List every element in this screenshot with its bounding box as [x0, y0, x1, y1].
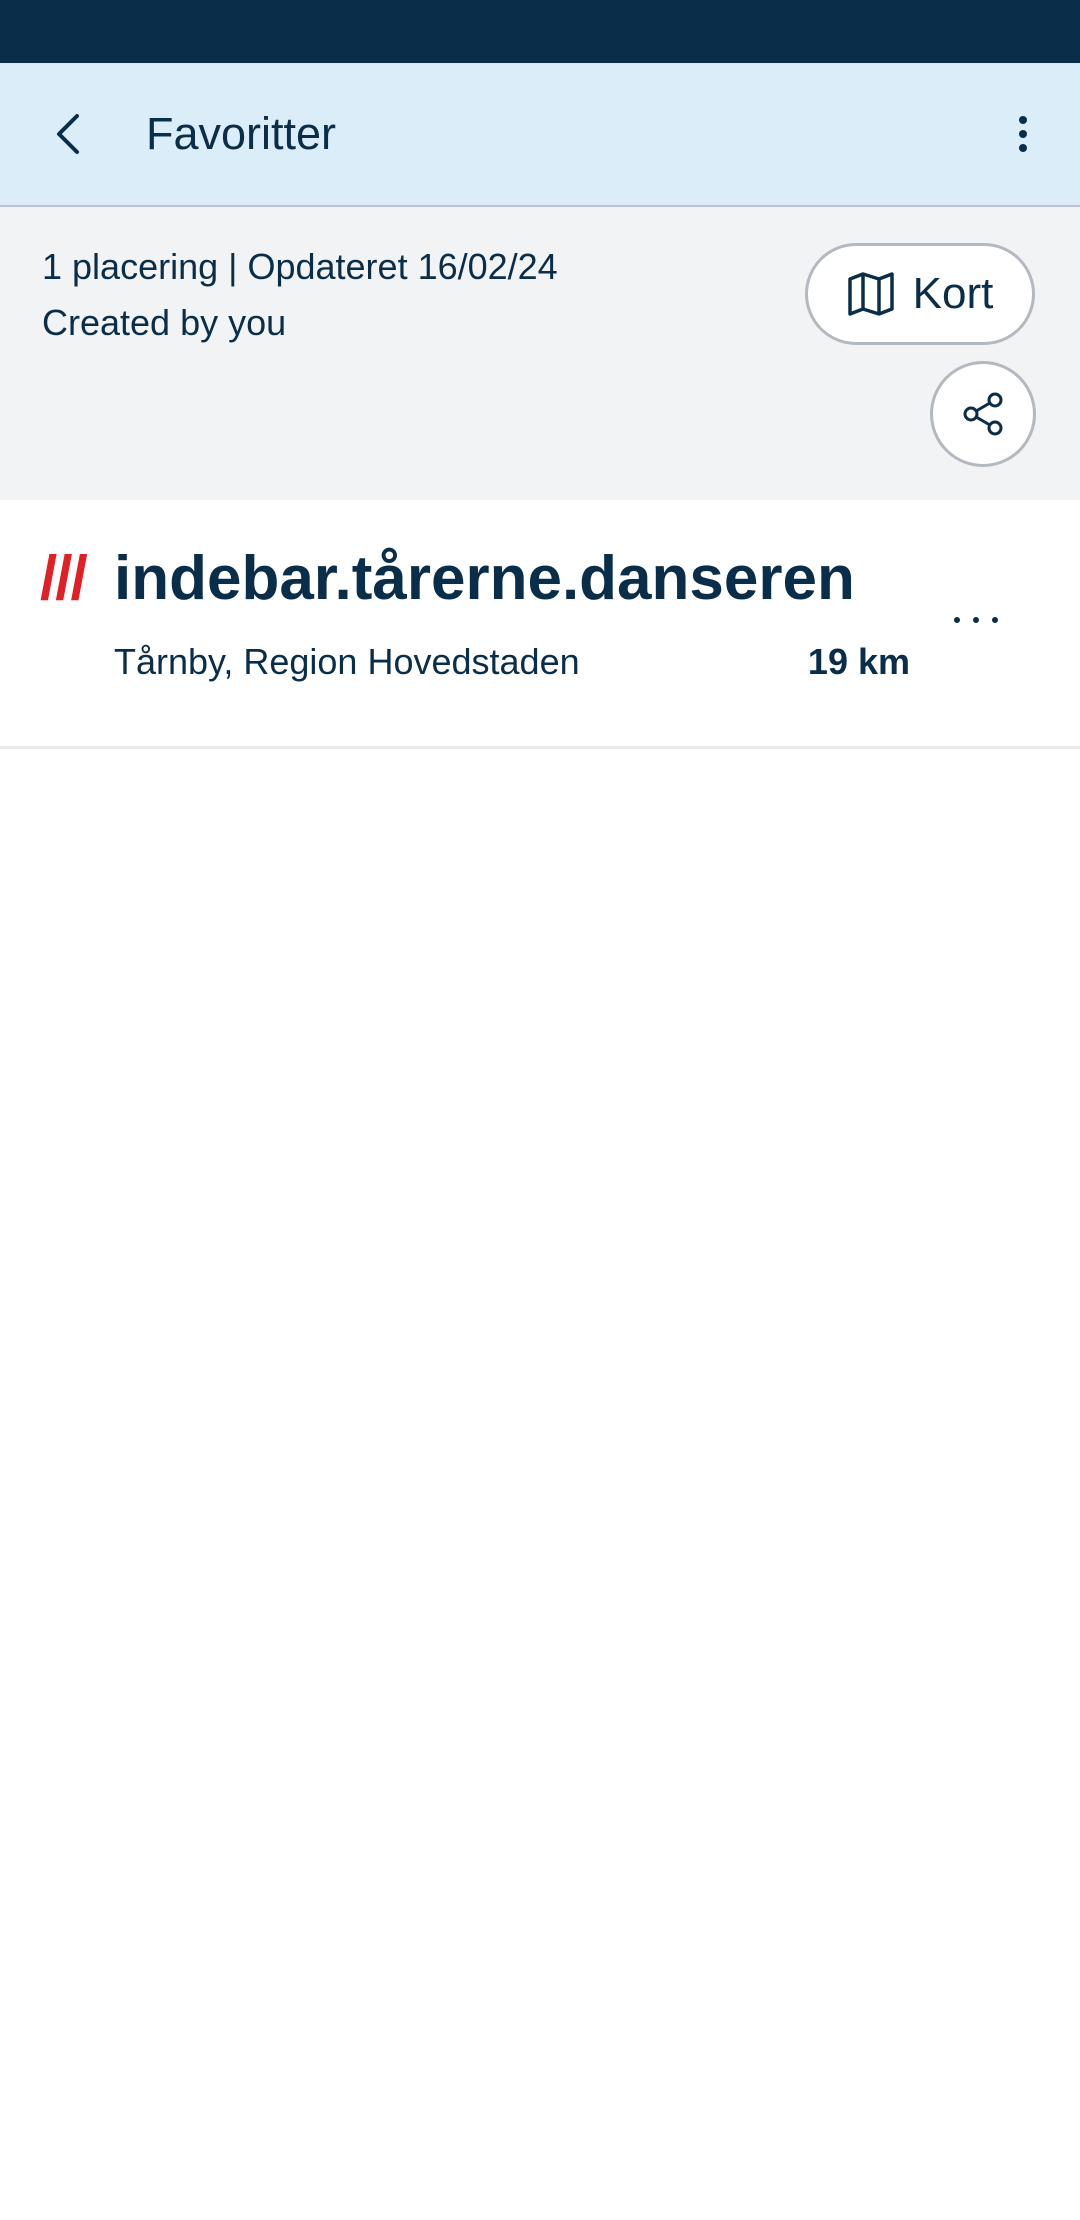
list-info-panel: 1 placering | Opdateret 16/02/24 Created… — [0, 207, 1080, 500]
chevron-left-icon — [57, 114, 79, 154]
overflow-menu-button[interactable] — [990, 101, 1056, 167]
item-more-button[interactable] — [946, 590, 1006, 650]
list-summary: 1 placering | Opdateret 16/02/24 — [42, 246, 558, 287]
page-title: Favoritter — [146, 108, 337, 159]
list-creator: Created by you — [42, 302, 287, 343]
back-button[interactable] — [36, 101, 102, 167]
share-icon — [963, 392, 1003, 436]
horizontal-dots-icon — [954, 617, 998, 623]
vertical-dots-icon — [1019, 116, 1027, 152]
w3w-slashes: /// — [40, 544, 88, 613]
app-bar: Favoritter — [0, 63, 1080, 207]
w3w-address: indebar.tårerne.danseren — [114, 544, 855, 613]
item-distance: 19 km — [807, 641, 910, 682]
status-bar — [0, 0, 1080, 63]
map-icon — [847, 272, 894, 316]
map-button[interactable]: Kort — [805, 243, 1035, 345]
item-location: Tårnby, Region Hovedstaden — [114, 641, 580, 682]
list-item[interactable]: /// indebar.tårerne.danseren Tårnby, Reg… — [0, 500, 1080, 749]
map-button-label: Kort — [912, 269, 994, 318]
share-button[interactable] — [930, 361, 1036, 467]
